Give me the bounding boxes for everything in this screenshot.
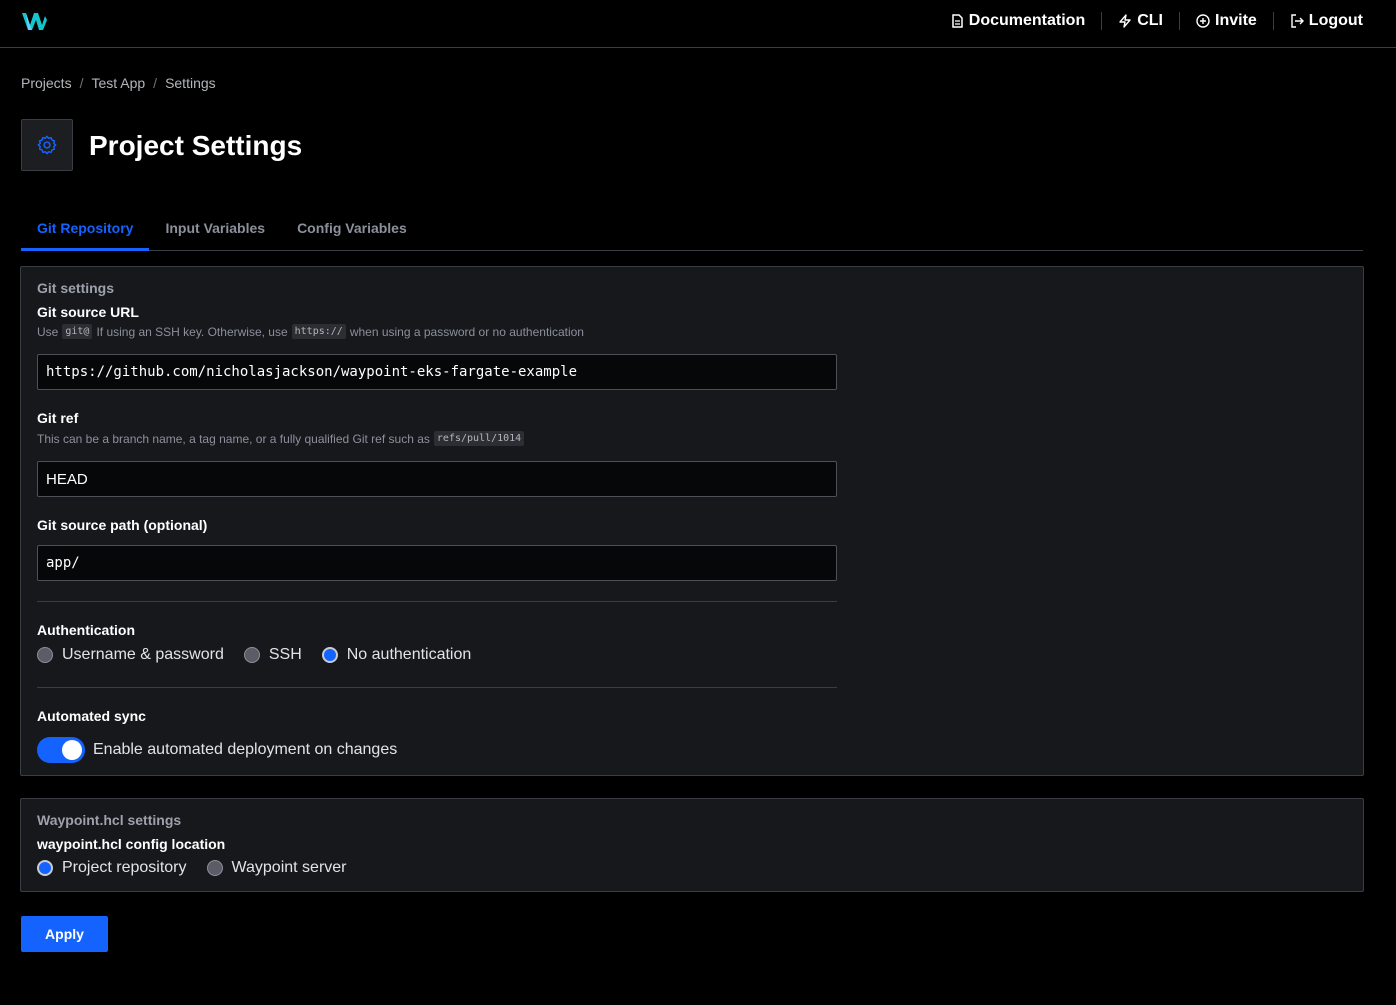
radio-label: Username & password: [62, 646, 224, 663]
divider: [37, 601, 837, 602]
breadcrumb-projects[interactable]: Projects: [21, 75, 72, 91]
breadcrumb-separator: /: [153, 75, 158, 91]
invite-label: Invite: [1215, 12, 1257, 29]
breadcrumb-separator: /: [79, 75, 84, 91]
waypoint-hcl-settings-panel: Waypoint.hcl settings waypoint.hcl confi…: [20, 798, 1364, 892]
gear-icon: [37, 135, 57, 155]
tab-config-variables[interactable]: Config Variables: [281, 204, 423, 251]
breadcrumb: Projects / Test App / Settings: [21, 75, 216, 91]
logout-icon: [1291, 14, 1304, 28]
waypoint-config-location-options: Project repository Waypoint server: [37, 859, 347, 877]
automated-sync-label: Automated sync: [37, 708, 146, 724]
documentation-link[interactable]: Documentation: [934, 12, 1101, 30]
git-settings-legend: Git settings: [37, 280, 115, 296]
top-nav: Documentation CLI Invite Logout: [934, 0, 1366, 42]
help-text: This can be a branch name, a tag name, o…: [37, 431, 430, 446]
auth-username-password-radio[interactable]: Username & password: [37, 646, 224, 664]
git-settings-panel: Git settings Git source URL Use git@ If …: [20, 266, 1364, 776]
waypoint-config-location-label: waypoint.hcl config location: [37, 836, 226, 852]
git-source-path-input[interactable]: app/: [37, 545, 837, 581]
git-ref-label: Git ref: [37, 410, 79, 426]
help-text: If using an SSH key. Otherwise, use: [96, 324, 288, 339]
git-ref-help: This can be a branch name, a tag name, o…: [37, 431, 525, 446]
lightning-icon: [1119, 14, 1131, 28]
radio-label: SSH: [268, 646, 302, 663]
help-code: https://: [291, 324, 346, 339]
auth-none-radio[interactable]: No authentication: [321, 646, 472, 664]
help-code: git@: [62, 324, 93, 339]
waypoint-server-radio[interactable]: Waypoint server: [206, 859, 347, 877]
git-source-url-label: Git source URL: [37, 304, 139, 320]
cli-link[interactable]: CLI: [1101, 12, 1179, 30]
breadcrumb-app[interactable]: Test App: [91, 75, 145, 91]
radio-dot-selected[interactable]: [37, 860, 53, 876]
cli-label: CLI: [1137, 12, 1163, 29]
automated-sync-toggle[interactable]: [37, 737, 85, 763]
invite-link[interactable]: Invite: [1179, 12, 1273, 30]
authentication-label: Authentication: [37, 622, 135, 638]
tab-git-repository[interactable]: Git Repository: [21, 204, 150, 251]
page-title: Project Settings: [89, 130, 303, 161]
help-text: when using a password or no authenticati…: [349, 324, 584, 339]
authentication-options: Username & password SSH No authenticatio…: [37, 646, 471, 664]
help-code: refs/pull/1014: [433, 431, 525, 446]
waypoint-hcl-legend: Waypoint.hcl settings: [37, 812, 182, 828]
settings-tabs: Git Repository Input Variables Config Va…: [21, 204, 1363, 251]
documentation-label: Documentation: [968, 12, 1086, 29]
git-source-path-label: Git source path (optional): [37, 517, 208, 533]
project-repository-radio[interactable]: Project repository: [37, 859, 187, 877]
help-text: Use: [37, 324, 59, 339]
auth-ssh-radio[interactable]: SSH: [243, 646, 302, 664]
radio-label: Project repository: [62, 859, 187, 876]
settings-icon-box: [21, 119, 73, 171]
git-ref-input[interactable]: HEAD: [37, 461, 837, 497]
git-source-url-input[interactable]: https://github.com/nicholasjackson/waypo…: [37, 354, 837, 390]
automated-sync-toggle-label: Enable automated deployment on changes: [93, 741, 398, 758]
git-source-url-help: Use git@ If using an SSH key. Otherwise,…: [37, 324, 584, 339]
divider: [37, 687, 837, 688]
document-icon: [952, 14, 963, 28]
waypoint-logo-icon[interactable]: [21, 11, 47, 31]
radio-dot-selected[interactable]: [321, 647, 338, 663]
top-bar: Documentation CLI Invite Logout: [0, 0, 1396, 48]
tab-input-variables[interactable]: Input Variables: [149, 204, 281, 251]
radio-label: No authentication: [346, 646, 472, 663]
radio-dot[interactable]: [206, 860, 223, 876]
plus-circle-icon: [1196, 14, 1210, 28]
logout-link[interactable]: Logout: [1272, 12, 1366, 30]
radio-dot[interactable]: [243, 647, 260, 663]
apply-button[interactable]: Apply: [21, 916, 108, 952]
radio-label: Waypoint server: [231, 859, 347, 876]
toggle-knob: [62, 740, 82, 760]
logout-label: Logout: [1308, 12, 1363, 29]
automated-sync-row: Enable automated deployment on changes: [37, 737, 397, 763]
radio-dot[interactable]: [37, 647, 53, 663]
breadcrumb-settings: Settings: [165, 75, 216, 91]
